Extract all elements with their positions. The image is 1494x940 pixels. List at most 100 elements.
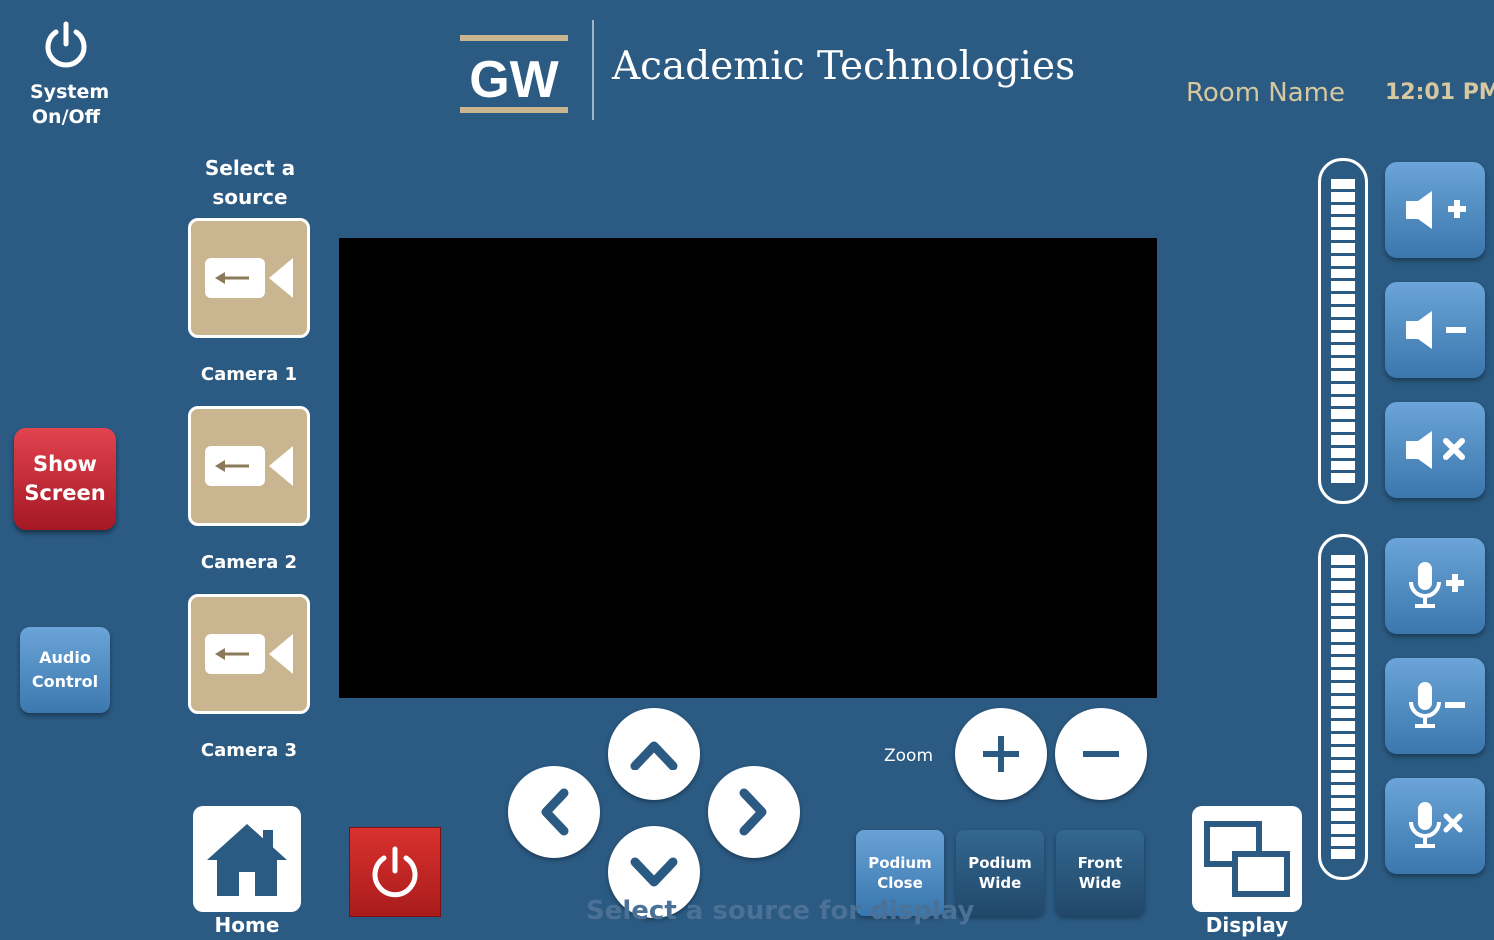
meter-segment [1331, 191, 1355, 202]
meter-segment [1331, 606, 1355, 616]
camera-2-button[interactable] [188, 406, 310, 526]
camera-3-label: Camera 3 [200, 740, 298, 761]
power-icon [372, 846, 418, 898]
page-title: Academic Technologies [612, 44, 1076, 89]
volume-meter [1318, 158, 1368, 504]
clock: 12:01 PM [1385, 80, 1494, 105]
header-divider [592, 20, 594, 120]
camera-3-button[interactable] [188, 594, 310, 714]
meter-segment [1331, 460, 1355, 471]
meter-segment [1331, 759, 1355, 770]
meter-segment [1331, 242, 1355, 253]
meter-segment [1331, 580, 1355, 591]
pan-up-button[interactable] [608, 708, 700, 800]
mic-meter [1318, 534, 1368, 880]
meter-segment [1331, 555, 1355, 565]
meter-segment [1331, 695, 1355, 706]
meter-segment [1331, 473, 1355, 484]
meter-segment [1331, 798, 1355, 808]
camera-icon [205, 446, 293, 486]
meter-segment [1331, 721, 1355, 732]
meter-segment [1331, 631, 1355, 642]
mic-up-button[interactable] [1385, 538, 1485, 634]
meter-segment [1331, 670, 1355, 680]
zoom-out-button[interactable] [1055, 708, 1147, 800]
source-section-title: Select a source [204, 156, 296, 209]
audio-control-button[interactable]: Audio Control [20, 627, 110, 713]
meter-segment [1331, 593, 1355, 604]
show-screen-button[interactable]: Show Screen [14, 428, 116, 530]
power-icon [45, 21, 87, 68]
meter-segment [1331, 294, 1355, 304]
volume-down-icon [1406, 311, 1466, 349]
display-label: Display [1205, 913, 1289, 937]
meter-segment [1331, 567, 1355, 578]
plus-icon [983, 736, 1019, 772]
meter-segment [1331, 396, 1355, 407]
display-icon [1204, 821, 1290, 897]
meter-segment [1331, 345, 1355, 356]
camera-icon [205, 258, 293, 298]
pan-left-button[interactable] [508, 766, 600, 858]
room-name: Room Name [1186, 78, 1346, 108]
volume-up-icon [1406, 191, 1466, 229]
home-button[interactable] [193, 806, 301, 912]
meter-segment [1331, 447, 1355, 458]
meter-segment [1331, 422, 1355, 432]
meter-segment [1331, 708, 1355, 719]
zoom-label: Zoom [884, 746, 934, 766]
meter-segment [1331, 772, 1355, 783]
meter-segment [1331, 785, 1355, 796]
volume-up-button[interactable] [1385, 162, 1485, 258]
mic-down-icon [1409, 682, 1465, 728]
chevron-left-icon [541, 788, 569, 836]
home-label: Home [214, 913, 280, 937]
meter-segment [1331, 409, 1355, 420]
meter-segment [1331, 434, 1355, 445]
meter-segment [1331, 370, 1355, 381]
meter-segment [1331, 823, 1355, 834]
pan-right-button[interactable] [708, 766, 800, 858]
mic-mute-button[interactable] [1385, 778, 1485, 874]
volume-mute-icon [1406, 431, 1465, 469]
meter-segment [1331, 204, 1355, 215]
meter-segment [1331, 836, 1355, 847]
meter-segment [1331, 332, 1355, 343]
camera-1-button[interactable] [188, 218, 310, 338]
system-power-button[interactable]: System On/Off [30, 20, 110, 130]
meter-segment [1331, 230, 1355, 240]
meter-segment [1331, 657, 1355, 668]
chevron-up-icon [630, 741, 678, 770]
mic-up-icon [1409, 562, 1464, 608]
mic-down-button[interactable] [1385, 658, 1485, 754]
volume-down-button[interactable] [1385, 282, 1485, 378]
gw-logo: GW [460, 35, 568, 113]
chevron-down-icon [630, 857, 678, 887]
camera-icon [205, 634, 293, 674]
meter-segment [1331, 179, 1355, 189]
display-button[interactable] [1192, 806, 1302, 912]
meter-segment [1331, 849, 1355, 860]
meter-segment [1331, 319, 1355, 330]
chevron-right-icon [739, 788, 767, 836]
meter-segment [1331, 281, 1355, 292]
meter-segment [1331, 217, 1355, 228]
meter-segment [1331, 306, 1355, 317]
meter-segment [1331, 383, 1355, 394]
meter-segment [1331, 746, 1355, 757]
meter-segment [1331, 268, 1355, 279]
preset-front-wide[interactable]: Front Wide [1056, 830, 1144, 916]
zoom-in-button[interactable] [955, 708, 1047, 800]
meter-segment [1331, 682, 1355, 693]
camera-2-label: Camera 2 [200, 552, 298, 573]
home-icon [207, 824, 287, 896]
meter-segment [1331, 358, 1355, 368]
system-power-label: System On/Off [30, 81, 110, 128]
meter-segment [1331, 810, 1355, 821]
volume-mute-button[interactable] [1385, 402, 1485, 498]
minus-icon [1083, 751, 1119, 757]
video-preview [339, 238, 1157, 698]
power-off-button[interactable] [349, 827, 441, 917]
meter-segment [1331, 644, 1355, 655]
svg-text:GW: GW [469, 51, 559, 109]
